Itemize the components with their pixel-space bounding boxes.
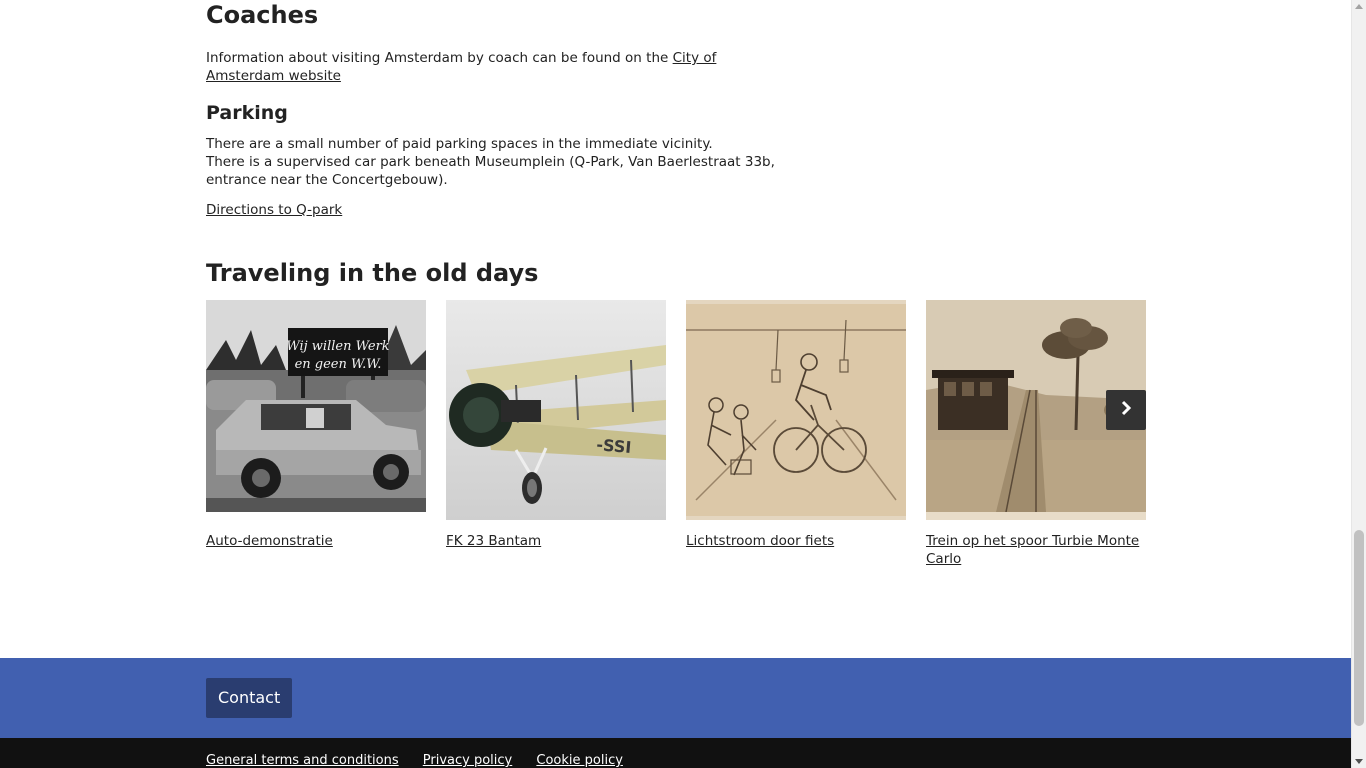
parking-text: There are a small number of paid parking…	[206, 135, 796, 189]
parking-line-2: There is a supervised car park beneath M…	[206, 154, 775, 188]
traveling-heading: Traveling in the old days	[206, 259, 539, 287]
page: Coaches Information about visiting Amste…	[0, 0, 1351, 768]
parking-heading: Parking	[206, 102, 288, 124]
directions-to-q-park-link[interactable]: Directions to Q-park	[206, 201, 342, 219]
footer-legal-bar: General terms and conditions Privacy pol…	[0, 738, 1351, 768]
cookie-policy-link[interactable]: Cookie policy	[536, 753, 623, 768]
coaches-heading: Coaches	[206, 1, 319, 29]
footer-contact-bar: Contact	[0, 658, 1351, 738]
carousel-card: Wij willen Werk en geen W.W. Auto-demons…	[206, 300, 426, 550]
carousel-card: Trein op het spoor Turbie Monte Carlo	[926, 300, 1146, 568]
scroll-up-icon[interactable]	[1355, 4, 1363, 9]
fk-23-bantam-link[interactable]: FK 23 Bantam	[446, 532, 666, 550]
footer-links: General terms and conditions Privacy pol…	[206, 752, 643, 768]
carousel-card: -SSI FK 23 Bantam	[446, 300, 666, 550]
lichtstroom-door-fiets-link[interactable]: Lichtstroom door fiets	[686, 532, 906, 550]
svg-text:-SSI: -SSI	[596, 435, 632, 457]
fk-23-bantam-image[interactable]: -SSI	[446, 300, 666, 520]
general-terms-link[interactable]: General terms and conditions	[206, 753, 399, 768]
page-scrollbar[interactable]	[1351, 0, 1366, 768]
parking-line-1: There are a small number of paid parking…	[206, 136, 713, 152]
carousel-card: Lichtstroom door fiets	[686, 300, 906, 550]
trein-turbie-monte-carlo-link[interactable]: Trein op het spoor Turbie Monte Carlo	[926, 532, 1146, 568]
coaches-text: Information about visiting Amsterdam by …	[206, 49, 786, 85]
scrollbar-thumb[interactable]	[1354, 530, 1364, 726]
scroll-down-icon[interactable]	[1355, 759, 1363, 764]
image-carousel: Wij willen Werk en geen W.W. Auto-demons…	[206, 300, 1146, 580]
sign-text-line-2: en geen W.W.	[295, 357, 382, 372]
sign-text-line-1: Wij willen Werk	[286, 339, 389, 354]
contact-button[interactable]: Contact	[206, 678, 293, 718]
chevron-right-icon	[1118, 400, 1134, 420]
carousel-next-button[interactable]	[1106, 390, 1146, 430]
coaches-text-intro: Information about visiting Amsterdam by …	[206, 50, 673, 66]
lichtstroom-door-fiets-image[interactable]	[686, 300, 906, 520]
auto-demonstratie-image[interactable]: Wij willen Werk en geen W.W.	[206, 300, 426, 520]
auto-demonstratie-link[interactable]: Auto-demonstratie	[206, 532, 426, 550]
privacy-policy-link[interactable]: Privacy policy	[423, 753, 512, 768]
